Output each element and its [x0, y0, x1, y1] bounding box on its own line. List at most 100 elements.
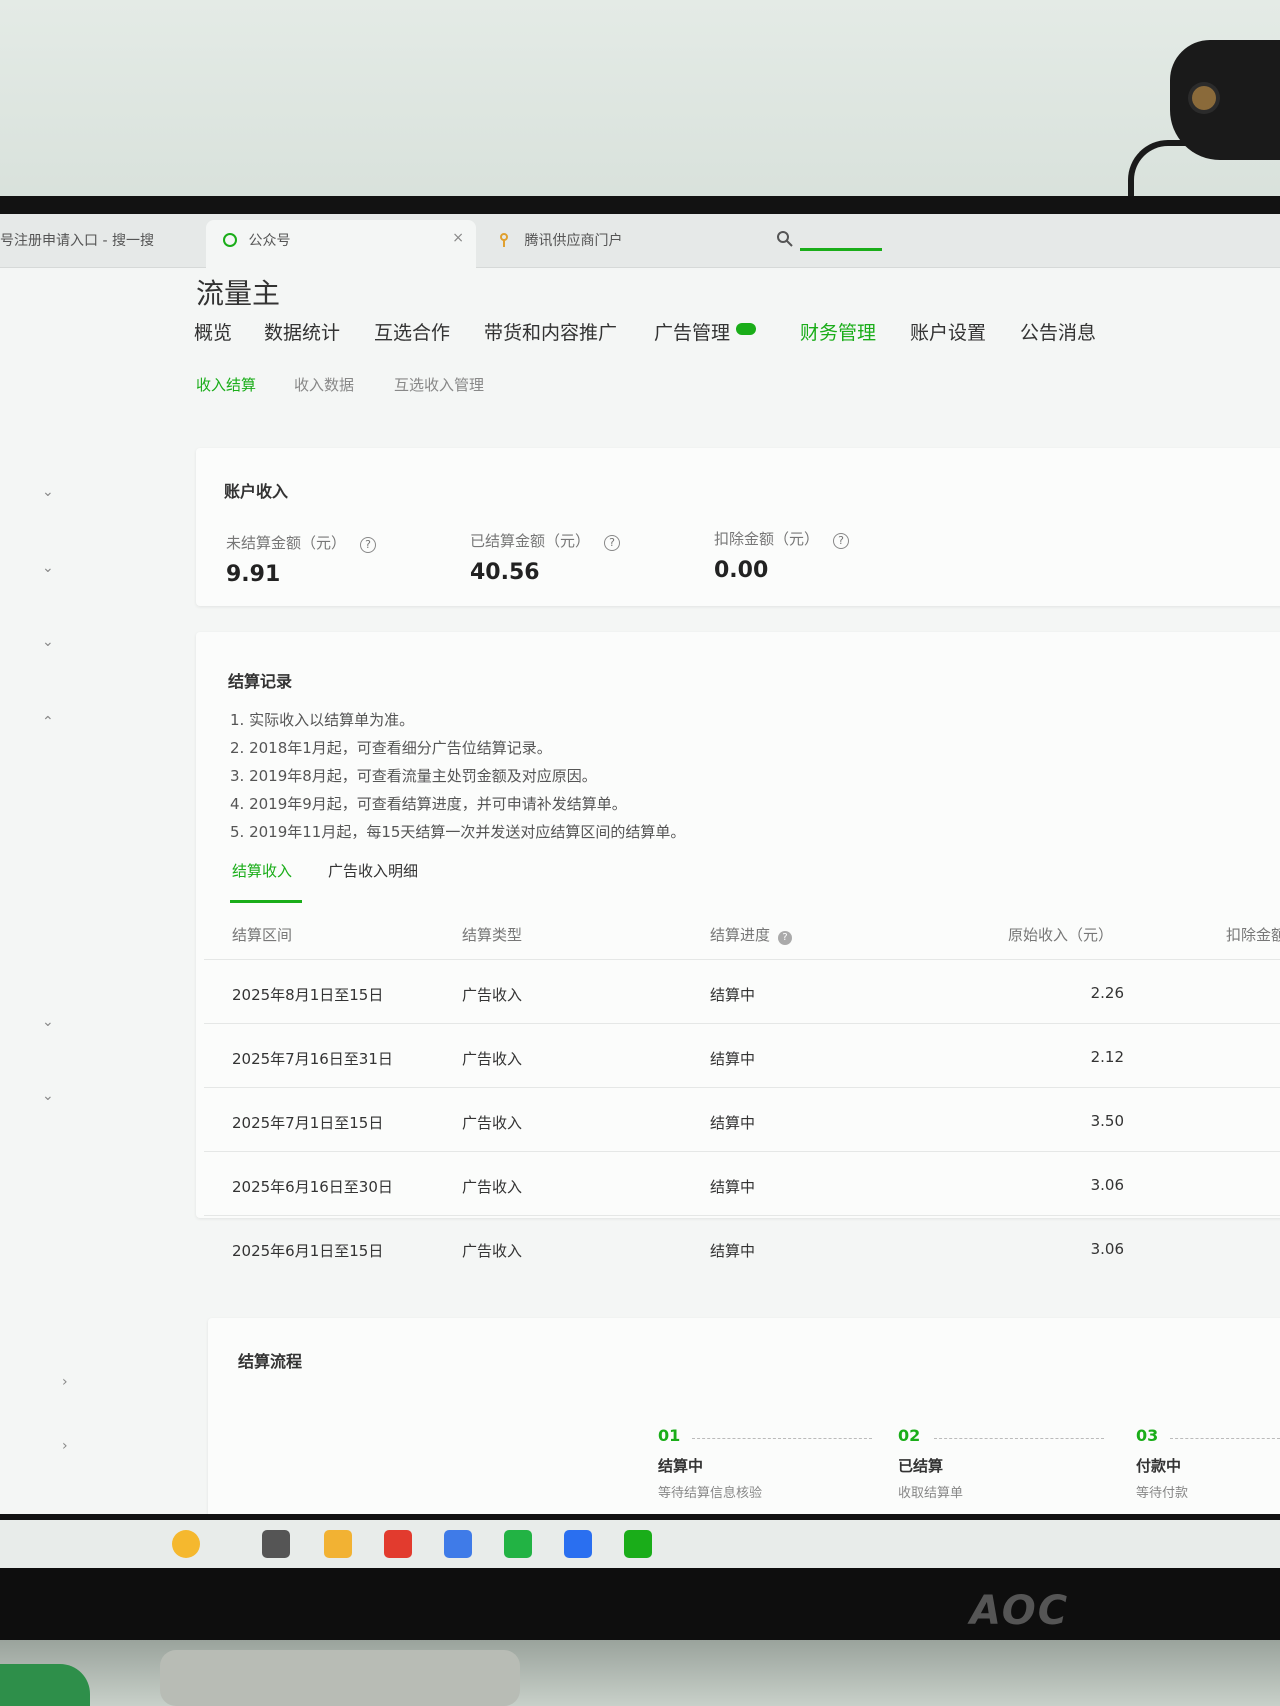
cell-status: 结算中 [710, 1050, 756, 1068]
monitor-bezel [0, 1560, 1280, 1640]
tab-settlement-income[interactable]: 结算收入 [232, 860, 292, 881]
nav-announcements[interactable]: 公告消息 [1020, 318, 1096, 345]
tab-label: 腾讯供应商门户 [524, 233, 623, 249]
chevron-up-icon[interactable]: ⌃ [42, 714, 56, 730]
browser-tabbar: 号注册申请入口 - 搜一搜 公众号 × 腾讯供应商门户 [0, 214, 1280, 268]
brand-title: 流量主 [196, 277, 281, 310]
tab-tencent-supplier[interactable]: 腾讯供应商门户 [498, 230, 622, 250]
wechat-mp-icon [222, 232, 238, 248]
settled-value: 40.56 [470, 560, 540, 585]
cell-period: 2025年7月16日至31日 [232, 1050, 393, 1068]
tab-label: 公众号 [248, 233, 291, 249]
step-name: 已结算 [898, 1457, 944, 1475]
chevron-down-icon[interactable]: ⌄ [42, 484, 56, 500]
chevron-down-icon[interactable]: ⌄ [42, 634, 56, 650]
metric-label-text: 已结算金额（元） [470, 532, 591, 550]
chevron-down-icon[interactable]: ⌄ [42, 560, 56, 576]
subnav-income-data[interactable]: 收入数据 [294, 374, 354, 395]
column-type: 结算类型 [462, 926, 523, 944]
nav-mutual-cooperation[interactable]: 互选合作 [374, 318, 450, 345]
step-name: 结算中 [658, 1457, 704, 1475]
nav-overview[interactable]: 概览 [194, 318, 232, 345]
copilot-icon[interactable] [172, 1530, 200, 1558]
step-name: 付款中 [1136, 1457, 1182, 1475]
chevron-down-icon[interactable]: ⌄ [42, 1014, 56, 1030]
column-label: 结算进度 [710, 926, 771, 944]
cell-period: 2025年8月1日至15日 [232, 986, 384, 1004]
search-icon[interactable] [776, 230, 794, 252]
settled-label: 已结算金额（元）? [470, 530, 621, 551]
cell-income: 2.12 [1090, 1048, 1124, 1066]
unsettled-label: 未结算金额（元）? [226, 532, 377, 553]
webcam [1170, 40, 1280, 160]
settlement-records-title: 结算记录 [228, 672, 293, 691]
column-status: 结算进度? [710, 924, 793, 945]
account-income-title: 账户收入 [224, 482, 289, 501]
help-icon[interactable]: ? [778, 931, 793, 945]
app-icon[interactable] [444, 1530, 472, 1558]
feishu-icon[interactable] [564, 1530, 592, 1558]
help-icon[interactable]: ? [604, 535, 621, 551]
nav-data-stats[interactable]: 数据统计 [264, 318, 340, 345]
tab-search[interactable]: 号注册申请入口 - 搜一搜 [0, 230, 154, 250]
taskbar [0, 1520, 1280, 1568]
unsettled-value: 9.91 [226, 562, 281, 587]
step-connector [692, 1438, 872, 1439]
close-icon[interactable]: × [452, 230, 464, 246]
subnav-income-settlement[interactable]: 收入结算 [196, 374, 256, 395]
settlement-notes: 1. 实际收入以结算单为准。 2. 2018年1月起，可查看细分广告位结算记录。… [230, 706, 685, 846]
file-explorer-icon[interactable] [324, 1530, 352, 1558]
task-view-icon[interactable] [262, 1530, 290, 1558]
nav-ad-management[interactable]: 广告管理 [654, 318, 757, 345]
cell-type: 广告收入 [462, 986, 523, 1004]
column-period: 结算区间 [232, 926, 293, 944]
table-row: 2025年6月16日至30日 广告收入 结算中 3.06 [204, 1152, 1280, 1216]
chevron-down-icon[interactable]: ⌄ [42, 1088, 56, 1104]
subnav-mutual-income[interactable]: 互选收入管理 [394, 374, 484, 395]
wps-icon[interactable] [384, 1530, 412, 1558]
cell-income: 2.26 [1090, 984, 1124, 1002]
note-line: 3. 2019年8月起，可查看流量主处罚金额及对应原因。 [230, 767, 597, 785]
settlement-flow-title: 结算流程 [238, 1352, 303, 1371]
step-number: 01 [658, 1426, 681, 1445]
chevron-right-icon[interactable]: › [62, 1438, 76, 1454]
nav-account-settings[interactable]: 账户设置 [910, 318, 986, 345]
cell-type: 广告收入 [462, 1050, 523, 1068]
monitor-logo: AOC [970, 1588, 1070, 1634]
nav-finance[interactable]: 财务管理 [800, 318, 876, 345]
wechat-icon[interactable] [504, 1530, 532, 1558]
note-line: 4. 2019年9月起，可查看结算进度，并可申请补发结算单。 [230, 795, 627, 813]
cell-income: 3.06 [1090, 1176, 1124, 1194]
key-icon [498, 232, 514, 248]
help-icon[interactable]: ? [360, 537, 377, 553]
cell-status: 结算中 [710, 986, 756, 1004]
cell-type: 广告收入 [462, 1114, 523, 1132]
green-object [0, 1664, 90, 1706]
cell-period: 2025年7月1日至15日 [232, 1114, 384, 1132]
chat-icon[interactable] [624, 1530, 652, 1558]
tab-ad-income-detail[interactable]: 广告收入明细 [328, 860, 418, 881]
note-line: 2. 2018年1月起，可查看细分广告位结算记录。 [230, 739, 552, 757]
help-icon[interactable]: ? [833, 533, 850, 549]
deducted-value: 0.00 [714, 558, 769, 583]
wall-background [0, 0, 1280, 210]
cell-period: 2025年6月16日至30日 [232, 1178, 393, 1196]
step-number: 02 [898, 1426, 921, 1445]
nav-commerce-promotion[interactable]: 带货和内容推广 [484, 318, 617, 345]
chevron-right-icon[interactable]: › [62, 1374, 76, 1390]
nav-label: 广告管理 [654, 322, 731, 344]
new-badge [736, 323, 757, 335]
tab-official-account[interactable]: 公众号 × [206, 220, 476, 268]
step-connector [1170, 1438, 1280, 1439]
cell-status: 结算中 [710, 1242, 756, 1260]
cell-type: 广告收入 [462, 1178, 523, 1196]
table-row: 2025年6月1日至15日 广告收入 结算中 3.06 [204, 1216, 1280, 1280]
nav-active-underline [800, 248, 882, 251]
step-desc: 等待付款 [1136, 1486, 1189, 1501]
table-row: 2025年7月1日至15日 广告收入 结算中 3.50 [204, 1088, 1280, 1152]
cell-status: 结算中 [710, 1178, 756, 1196]
power-strip [160, 1650, 520, 1706]
table-row: 2025年7月16日至31日 广告收入 结算中 2.12 [204, 1024, 1280, 1088]
column-deducted: 扣除金额 [1226, 926, 1280, 944]
cell-type: 广告收入 [462, 1242, 523, 1260]
